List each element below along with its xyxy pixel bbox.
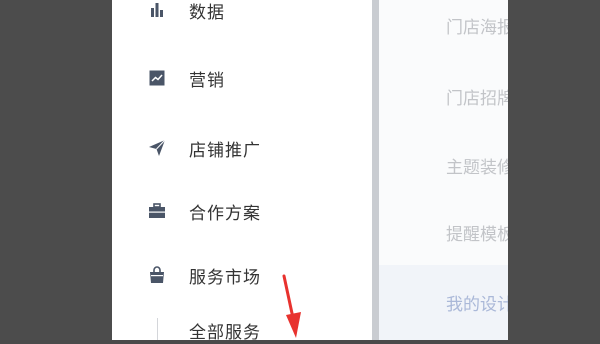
shopping-bag-icon [148,266,166,284]
secondary-menu-item[interactable]: 主题装修 [446,153,508,178]
secondary-menu-item[interactable]: 提醒模板 [446,220,508,245]
nav-item-service-market[interactable]: 服务市场 [148,261,261,289]
nav-item-data[interactable]: 数据 [148,0,225,24]
nav-item-cooperation-plan[interactable]: 合作方案 [148,197,261,225]
nav-subitem-label: 全部服务 [189,322,261,343]
panel-divider [372,0,379,340]
briefcase-icon [148,202,166,220]
bar-chart-icon [148,1,166,19]
trend-chart-icon [148,69,166,87]
nav-item-store-promotion[interactable]: 店铺推广 [148,134,261,162]
side-nav-panel: 数据 营销 店铺推广 合作方案 服务市场 全部服务 [112,0,372,343]
paper-plane-icon [148,139,166,157]
nav-item-label: 营销 [189,70,225,91]
nav-item-label: 服务市场 [189,267,261,288]
secondary-menu-panel: 门店海报 门店招牌 主题装修 提醒模板 我的设计 [379,0,508,340]
tree-guide-line [157,318,158,340]
secondary-menu-item-active[interactable]: 我的设计 [446,290,508,315]
nav-item-label: 合作方案 [189,203,261,224]
nav-item-label: 店铺推广 [189,140,261,161]
secondary-menu-item[interactable]: 门店海报 [446,13,508,38]
nav-item-label: 数据 [189,2,225,23]
nav-item-marketing[interactable]: 营销 [148,64,225,92]
secondary-menu-item[interactable]: 门店招牌 [446,84,508,109]
